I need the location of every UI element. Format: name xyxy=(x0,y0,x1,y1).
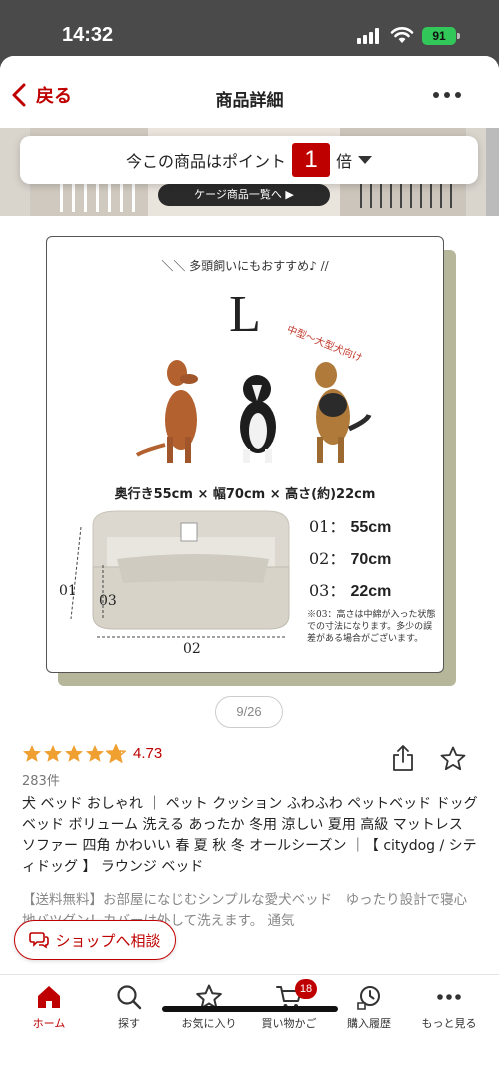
nav-bar: 戻る 商品詳細 xyxy=(0,56,499,132)
star-partial-icon xyxy=(106,744,126,763)
dogs-illustration xyxy=(135,360,372,463)
tab-favorites-label: お気に入り xyxy=(181,1017,237,1030)
share-icon[interactable] xyxy=(392,744,414,772)
signal-icon xyxy=(357,28,383,44)
more-dots-icon xyxy=(437,994,461,1000)
bottom-tab-bar: ホーム 探す お気に入り 買い物かご 18 購入履歴 もっと見る xyxy=(0,974,499,1080)
tab-home-label: ホーム xyxy=(32,1017,66,1030)
caret-down-icon xyxy=(358,156,373,164)
page-title: 商品詳細 xyxy=(215,91,284,111)
status-bar: 14:32 91 xyxy=(0,0,499,58)
favorite-star-icon[interactable] xyxy=(440,746,466,771)
tab-history-label: 購入履歴 xyxy=(347,1017,391,1030)
tab-cart-label: 買い物かご xyxy=(261,1017,317,1030)
dimensions-text: 奥行き55cm × 幅70cm × 高さ(約)22cm xyxy=(114,487,376,502)
banner-photo-4 xyxy=(486,128,499,216)
point-suffix: 倍 xyxy=(336,152,353,171)
review-count[interactable]: 283件 xyxy=(22,770,60,789)
tab-more-label: もっと見る xyxy=(421,1017,477,1030)
measurement-value: 55cm xyxy=(350,519,392,536)
measurement-code: 02： xyxy=(309,549,346,568)
point-multiplier-pill[interactable]: 今この商品はポイント 1 倍 xyxy=(20,136,478,184)
history-icon xyxy=(357,986,380,1010)
size-footnote: ※03：高さは中綿が入った状態での寸法になります。多少の誤差がある場合がございま… xyxy=(307,610,436,644)
battery-icon: 91 xyxy=(422,27,460,45)
home-icon xyxy=(38,986,60,1008)
star-full-icon xyxy=(23,745,41,762)
tab-more[interactable]: もっと見る xyxy=(409,983,489,1031)
star-full-icon xyxy=(44,745,62,762)
measurement-02: 02： 70cm xyxy=(309,545,391,569)
bed-illustration: 01 02 03 xyxy=(59,510,290,657)
star-full-icon xyxy=(65,745,83,762)
shop-consult-label: ショップへ相談 xyxy=(55,931,161,950)
tab-search-label: 探す xyxy=(118,1017,140,1030)
measurement-value: 70cm xyxy=(350,551,392,568)
tab-search[interactable]: 探す xyxy=(89,983,169,1031)
size-letter: L xyxy=(229,286,261,343)
product-title: 犬 ベッド おしゃれ ｜ ペット クッション ふわふわ ペットベッド ドッグベッ… xyxy=(22,796,478,875)
shop-consult-button[interactable]: ショップへ相談 xyxy=(14,920,176,960)
star-full-icon xyxy=(86,745,104,762)
image-card: ＼＼ 多頭飼いにもおすすめ♪ // L 中型〜大型犬向け 奥行き55cm × 幅… xyxy=(46,236,444,673)
tab-history[interactable]: 購入履歴 xyxy=(329,983,409,1031)
measurement-03: 03： 22cm xyxy=(309,577,391,601)
measurement-code: 03： xyxy=(309,581,346,600)
measurement-code: 01： xyxy=(309,517,346,536)
bed-label-02: 02 xyxy=(183,641,201,657)
home-indicator xyxy=(162,1006,338,1012)
image-tagline: ＼＼ 多頭飼いにもおすすめ♪ // xyxy=(161,259,329,273)
rating-stars[interactable]: 4.73 xyxy=(22,744,162,763)
point-multiplier: 1 xyxy=(292,143,330,177)
rating-value: 4.73 xyxy=(133,745,163,762)
bed-label-03: 03 xyxy=(99,593,117,609)
tab-home[interactable]: ホーム xyxy=(9,983,89,1031)
measurement-value: 22cm xyxy=(350,583,392,600)
more-options-icon[interactable] xyxy=(433,90,465,100)
bed-label-01: 01 xyxy=(59,583,77,599)
point-prefix: 今この商品はポイント xyxy=(125,152,286,171)
wifi-icon xyxy=(390,27,414,43)
measurement-01: 01： 55cm xyxy=(309,513,391,537)
cart-count-badge: 18 xyxy=(295,979,317,999)
image-counter: 9/26 xyxy=(215,696,283,728)
product-image[interactable]: ＼＼ 多頭飼いにもおすすめ♪ // L 中型〜大型犬向け 奥行き55cm × 幅… xyxy=(46,236,456,686)
search-icon xyxy=(117,985,142,1010)
status-time: 14:32 xyxy=(62,24,114,46)
chat-bubble-icon xyxy=(29,932,50,949)
cage-list-button[interactable]: ケージ商品一覧へ ▶ xyxy=(158,184,330,206)
product-detail-sheet: 戻る 商品詳細 ケージ商品一覧へ ▶ 今この商品はポイント 1 倍 ＼＼ 多頭飼… xyxy=(0,56,499,1080)
